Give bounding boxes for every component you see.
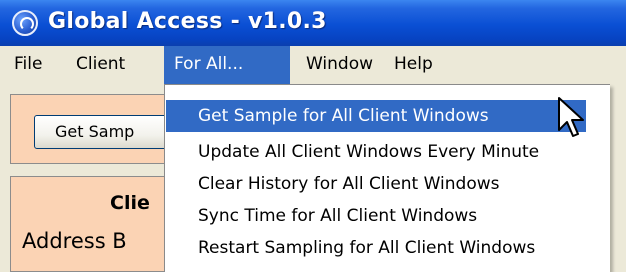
menu-client[interactable]: Client: [66, 46, 135, 84]
address-label: Address B: [22, 229, 127, 253]
app-icon: [12, 10, 38, 36]
menu-window[interactable]: Window: [296, 46, 383, 84]
menu-for-all[interactable]: For All...: [164, 46, 290, 84]
menu-item-get-sample[interactable]: Get Sample for All Client Windows: [166, 100, 586, 132]
menu-item-update-every-minute[interactable]: Update All Client Windows Every Minute: [166, 136, 586, 168]
client-heading: Clie: [110, 192, 150, 214]
menu-file[interactable]: File: [4, 46, 52, 84]
window-title: Global Access - v1.0.3: [48, 9, 327, 34]
menu-bar: File Client For All... Window Help: [0, 46, 626, 84]
title-bar[interactable]: Global Access - v1.0.3: [0, 0, 626, 46]
menu-item-sync-time[interactable]: Sync Time for All Client Windows: [166, 200, 586, 232]
menu-help[interactable]: Help: [384, 46, 443, 84]
client-info-panel: [10, 176, 180, 272]
arrow-cursor-icon: [558, 97, 584, 137]
menu-item-restart-sampling[interactable]: Restart Sampling for All Client Windows: [166, 232, 586, 264]
menu-item-clear-history[interactable]: Clear History for All Client Windows: [166, 168, 586, 200]
